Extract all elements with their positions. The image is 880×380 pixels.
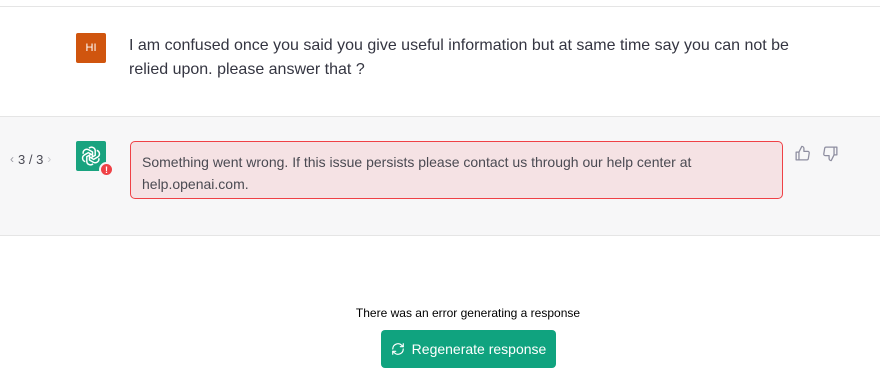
refresh-icon: [391, 343, 404, 355]
response-pager: ‹ 3 / 3 ›: [10, 150, 51, 168]
error-badge-icon: !: [99, 162, 114, 177]
error-message-text: Something went wrong. If this issue pers…: [142, 154, 692, 192]
thumbs-up-icon[interactable]: [793, 144, 811, 162]
regenerate-response-label: Regenerate response: [411, 341, 547, 357]
error-message-box: Something went wrong. If this issue pers…: [130, 141, 783, 199]
thumbs-down-icon[interactable]: [821, 144, 839, 162]
chevron-right-icon[interactable]: ›: [47, 152, 51, 166]
user-message-row: HI I am confused once you said you give …: [0, 7, 880, 116]
assistant-message-row: ‹ 3 / 3 › ! Something went wrong. If thi…: [0, 116, 880, 236]
feedback-buttons: [793, 144, 839, 162]
user-avatar: HI: [76, 33, 106, 63]
user-message-text: I am confused once you said you give use…: [129, 37, 789, 78]
regenerate-response-button[interactable]: Regenerate response: [381, 330, 556, 368]
pager-label: 3 / 3: [18, 151, 44, 167]
chat-page: HI I am confused once you said you give …: [0, 0, 880, 380]
generation-error-note: There was an error generating a response: [355, 306, 581, 320]
chevron-left-icon[interactable]: ‹: [10, 152, 14, 166]
